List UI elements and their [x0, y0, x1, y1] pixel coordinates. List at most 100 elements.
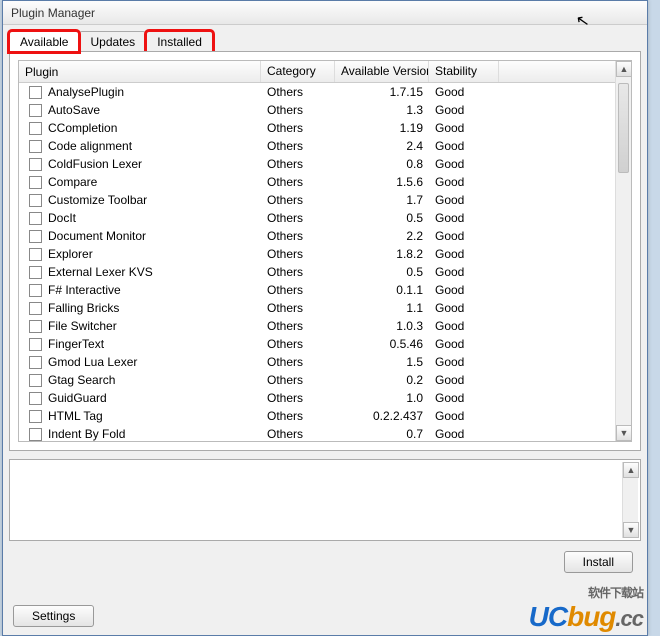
plugin-version: 0.7 — [335, 427, 429, 441]
column-header-stability[interactable]: Stability — [429, 61, 499, 82]
table-row[interactable]: ColdFusion LexerOthers0.8Good — [19, 155, 631, 173]
table-row[interactable]: ExplorerOthers1.8.2Good — [19, 245, 631, 263]
scroll-thumb[interactable] — [618, 83, 629, 173]
row-checkbox[interactable] — [29, 356, 42, 369]
row-checkbox[interactable] — [29, 410, 42, 423]
row-checkbox[interactable] — [29, 230, 42, 243]
plugin-category: Others — [261, 337, 335, 351]
table-row[interactable]: Code alignmentOthers2.4Good — [19, 137, 631, 155]
row-checkbox[interactable] — [29, 428, 42, 441]
table-row[interactable]: Falling BricksOthers1.1Good — [19, 299, 631, 317]
row-checkbox[interactable] — [29, 338, 42, 351]
row-checkbox[interactable] — [29, 302, 42, 315]
install-button-row: Install — [3, 541, 647, 573]
scroll-up-icon[interactable]: ▲ — [623, 462, 639, 478]
table-row[interactable]: CompareOthers1.5.6Good — [19, 173, 631, 191]
table-row[interactable]: FingerTextOthers0.5.46Good — [19, 335, 631, 353]
row-checkbox[interactable] — [29, 86, 42, 99]
tab-installed[interactable]: Installed — [146, 31, 213, 52]
plugin-category: Others — [261, 247, 335, 261]
row-checkbox[interactable] — [29, 122, 42, 135]
table-row[interactable]: Gtag SearchOthers0.2Good — [19, 371, 631, 389]
table-row[interactable]: AnalysePluginOthers1.7.15Good — [19, 83, 631, 101]
plugin-stability: Good — [429, 85, 499, 99]
settings-button[interactable]: Settings — [13, 605, 94, 627]
table-row[interactable]: Gmod Lua LexerOthers1.5Good — [19, 353, 631, 371]
plugin-stability: Good — [429, 193, 499, 207]
watermark-logo: 软件下载站 UCbug.cc — [529, 584, 643, 633]
plugin-category: Others — [261, 427, 335, 441]
tab-content-available: Plugin Category Available Version Stabil… — [9, 51, 641, 451]
plugin-description-box: ▲ ▼ — [9, 459, 641, 541]
scroll-up-icon[interactable]: ▲ — [616, 61, 632, 77]
column-header-plugin[interactable]: Plugin — [19, 61, 261, 82]
plugin-version: 0.5 — [335, 265, 429, 279]
plugin-category: Others — [261, 319, 335, 333]
watermark-subtitle: 软件下载站 — [529, 584, 643, 601]
tab-available[interactable]: Available — [9, 31, 79, 52]
row-checkbox[interactable] — [29, 176, 42, 189]
install-button[interactable]: Install — [564, 551, 633, 573]
row-checkbox[interactable] — [29, 392, 42, 405]
plugin-stability: Good — [429, 427, 499, 441]
scroll-down-icon[interactable]: ▼ — [616, 425, 632, 441]
plugin-name: Gmod Lua Lexer — [48, 355, 137, 369]
table-row[interactable]: CCompletionOthers1.19Good — [19, 119, 631, 137]
plugin-name: Indent By Fold — [48, 427, 125, 441]
listview-scrollbar[interactable]: ▲ ▼ — [615, 61, 631, 441]
plugin-name: File Switcher — [48, 319, 117, 333]
plugin-name: AutoSave — [48, 103, 100, 117]
plugin-category: Others — [261, 103, 335, 117]
table-row[interactable]: Customize ToolbarOthers1.7Good — [19, 191, 631, 209]
table-row[interactable]: External Lexer KVSOthers0.5Good — [19, 263, 631, 281]
description-scrollbar[interactable]: ▲ ▼ — [622, 462, 638, 538]
plugin-name: ColdFusion Lexer — [48, 157, 142, 171]
table-row[interactable]: F# InteractiveOthers0.1.1Good — [19, 281, 631, 299]
row-checkbox[interactable] — [29, 248, 42, 261]
plugin-name: GuidGuard — [48, 391, 107, 405]
plugin-listview[interactable]: Plugin Category Available Version Stabil… — [18, 60, 632, 442]
row-checkbox[interactable] — [29, 104, 42, 117]
tabstrip: Available Updates Installed — [3, 25, 647, 51]
plugin-name: FingerText — [48, 337, 104, 351]
listview-body[interactable]: AnalysePluginOthers1.7.15Good AutoSave Oth… — [19, 83, 631, 441]
plugin-stability: Good — [429, 121, 499, 135]
column-header-category[interactable]: Category — [261, 61, 335, 82]
window-title: Plugin Manager — [11, 6, 95, 20]
plugin-stability: Good — [429, 355, 499, 369]
row-checkbox[interactable] — [29, 140, 42, 153]
plugin-stability: Good — [429, 301, 499, 315]
table-row[interactable]: HTML TagOthers0.2.2.437Good — [19, 407, 631, 425]
plugin-version: 0.5 — [335, 211, 429, 225]
plugin-version: 1.5 — [335, 355, 429, 369]
row-checkbox[interactable] — [29, 374, 42, 387]
plugin-version: 1.0 — [335, 391, 429, 405]
plugin-name: F# Interactive — [48, 283, 121, 297]
plugin-name: External Lexer KVS — [48, 265, 153, 279]
plugin-version: 1.8.2 — [335, 247, 429, 261]
row-checkbox[interactable] — [29, 158, 42, 171]
plugin-category: Others — [261, 229, 335, 243]
column-header-version[interactable]: Available Version — [335, 61, 429, 82]
table-row[interactable]: DocItOthers0.5Good — [19, 209, 631, 227]
window-titlebar: Plugin Manager — [3, 1, 647, 25]
plugin-name: AnalysePlugin — [48, 85, 124, 99]
row-checkbox[interactable] — [29, 194, 42, 207]
plugin-version: 1.7 — [335, 193, 429, 207]
table-row[interactable]: AutoSaveOthers1.3Good — [19, 101, 631, 119]
plugin-name: Code alignment — [48, 139, 132, 153]
plugin-category: Others — [261, 139, 335, 153]
plugin-stability: Good — [429, 283, 499, 297]
tab-updates[interactable]: Updates — [79, 31, 146, 52]
plugin-stability: Good — [429, 391, 499, 405]
row-checkbox[interactable] — [29, 212, 42, 225]
plugin-stability: Good — [429, 409, 499, 423]
table-row[interactable]: File SwitcherOthers1.0.3Good — [19, 317, 631, 335]
table-row[interactable]: Document MonitorOthers2.2Good — [19, 227, 631, 245]
row-checkbox[interactable] — [29, 284, 42, 297]
table-row[interactable]: Indent By Fold Others0.7Good — [19, 425, 631, 441]
table-row[interactable]: GuidGuardOthers1.0Good — [19, 389, 631, 407]
scroll-down-icon[interactable]: ▼ — [623, 522, 639, 538]
row-checkbox[interactable] — [29, 266, 42, 279]
row-checkbox[interactable] — [29, 320, 42, 333]
